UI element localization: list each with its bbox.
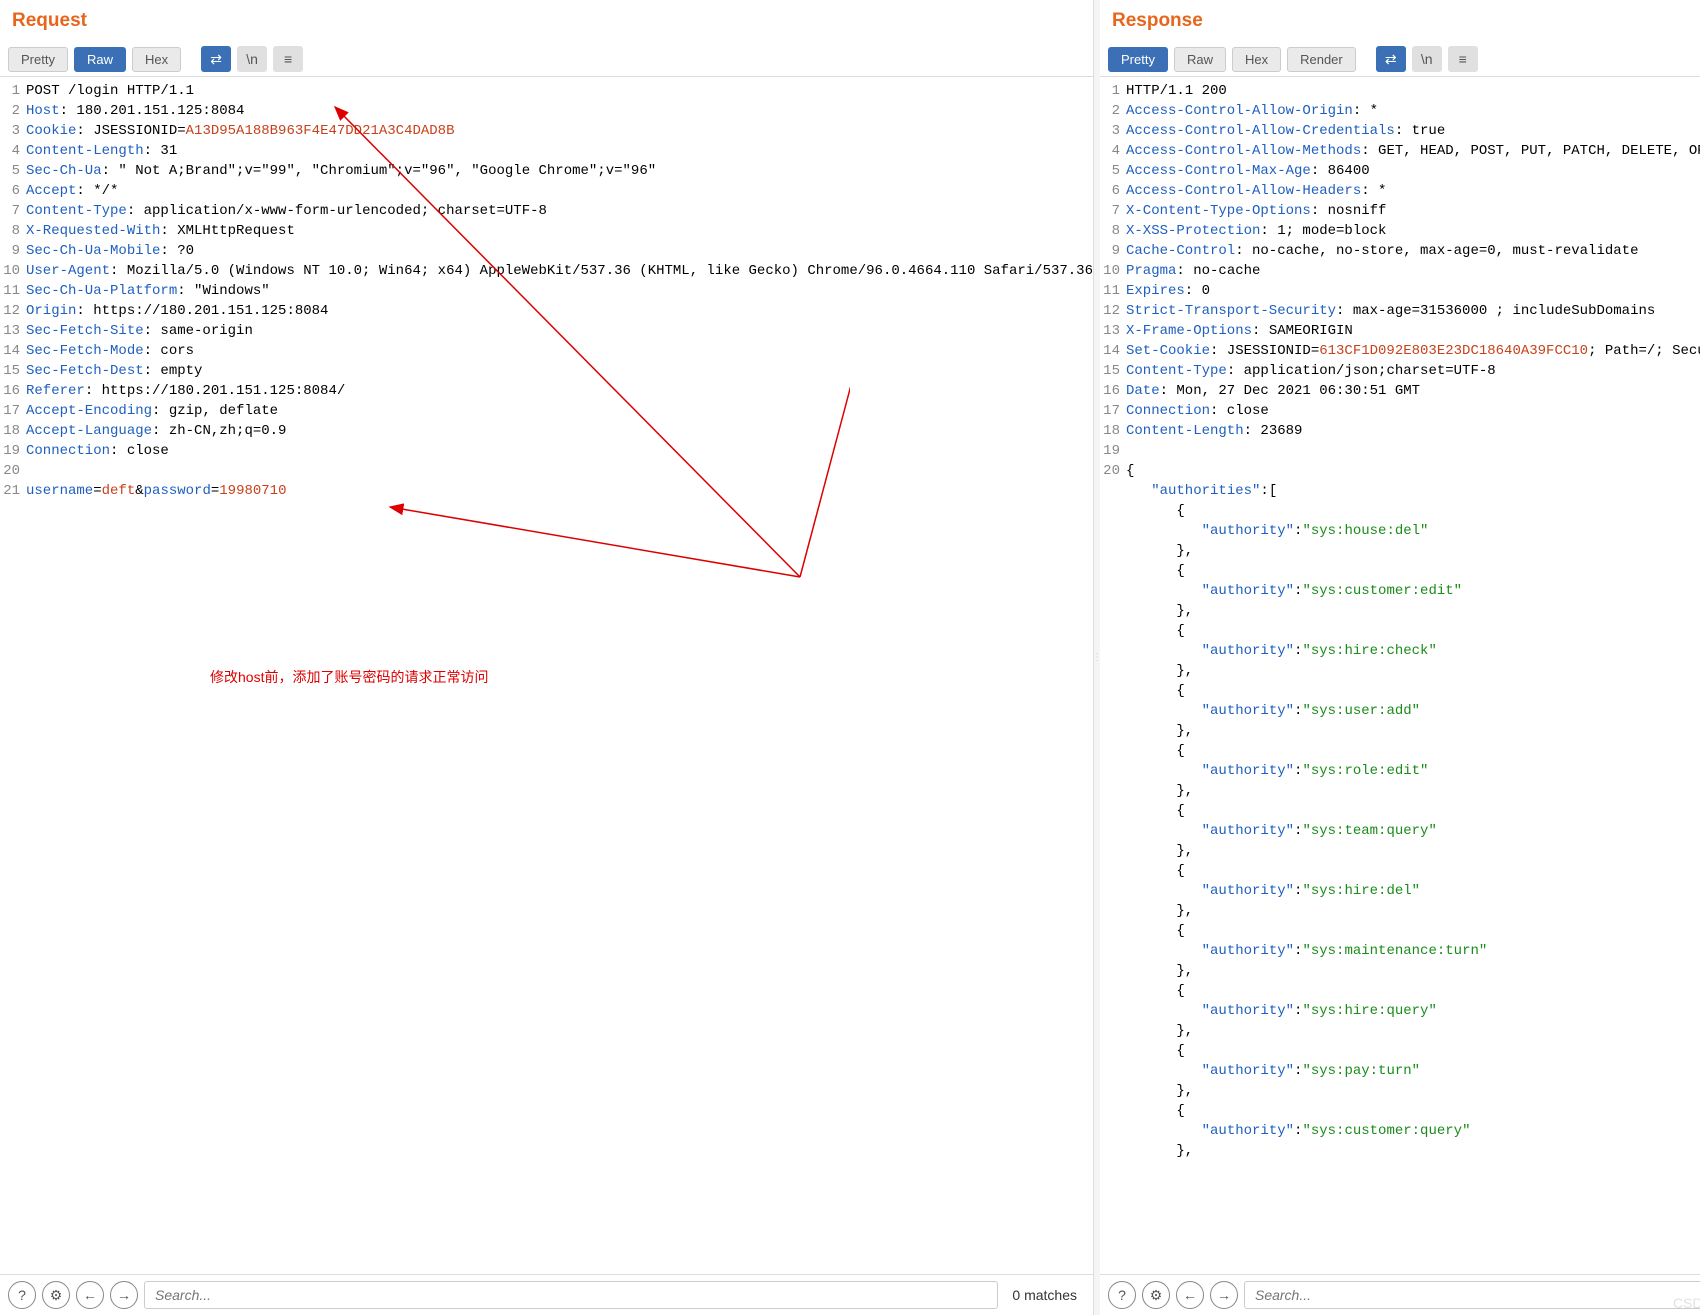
response-panel: Response ▮▮ ☰ ▬ Pretty Raw Hex Render ⇄ … [1100,0,1700,1315]
search-input-resp[interactable] [1244,1281,1700,1309]
matches-label: 0 matches [1004,1287,1085,1303]
tab-hex-resp[interactable]: Hex [1232,47,1281,72]
tab-raw-resp[interactable]: Raw [1174,47,1226,72]
response-code[interactable]: 1HTTP/1.1 2002Access-Control-Allow-Origi… [1100,77,1700,1274]
help-icon[interactable]: ? [8,1281,36,1309]
actions-icon-resp[interactable]: ⇄ [1376,46,1406,72]
newline-icon[interactable]: \n [237,46,267,72]
menu-icon-resp[interactable]: ≡ [1448,46,1478,72]
response-toolbar: Pretty Raw Hex Render ⇄ \n ≡ [1100,42,1700,77]
help-icon-resp[interactable]: ? [1108,1281,1136,1309]
newline-icon-resp[interactable]: \n [1412,46,1442,72]
tab-pretty-resp[interactable]: Pretty [1108,47,1168,72]
search-input[interactable] [144,1281,998,1309]
request-code[interactable]: 1POST /login HTTP/1.12Host: 180.201.151.… [0,77,1093,1274]
watermark: CSDN @DEFT1998 [1673,1295,1700,1311]
menu-icon[interactable]: ≡ [273,46,303,72]
response-title: Response [1112,10,1203,32]
actions-icon[interactable]: ⇄ [201,46,231,72]
request-panel: Request Pretty Raw Hex ⇄ \n ≡ 1POST /log… [0,0,1094,1315]
next-icon[interactable]: → [110,1281,138,1309]
tab-render-resp[interactable]: Render [1287,47,1356,72]
prev-icon[interactable]: ← [76,1281,104,1309]
gear-icon-resp[interactable]: ⚙ [1142,1281,1170,1309]
prev-icon-resp[interactable]: ← [1176,1281,1204,1309]
next-icon-resp[interactable]: → [1210,1281,1238,1309]
request-title: Request [12,10,87,32]
tab-pretty[interactable]: Pretty [8,47,68,72]
gear-icon[interactable]: ⚙ [42,1281,70,1309]
tab-raw[interactable]: Raw [74,47,126,72]
tab-hex[interactable]: Hex [132,47,181,72]
request-toolbar: Pretty Raw Hex ⇄ \n ≡ [0,42,1093,77]
annotation-text: 修改host前，添加了账号密码的请求正常访问 [210,667,488,687]
